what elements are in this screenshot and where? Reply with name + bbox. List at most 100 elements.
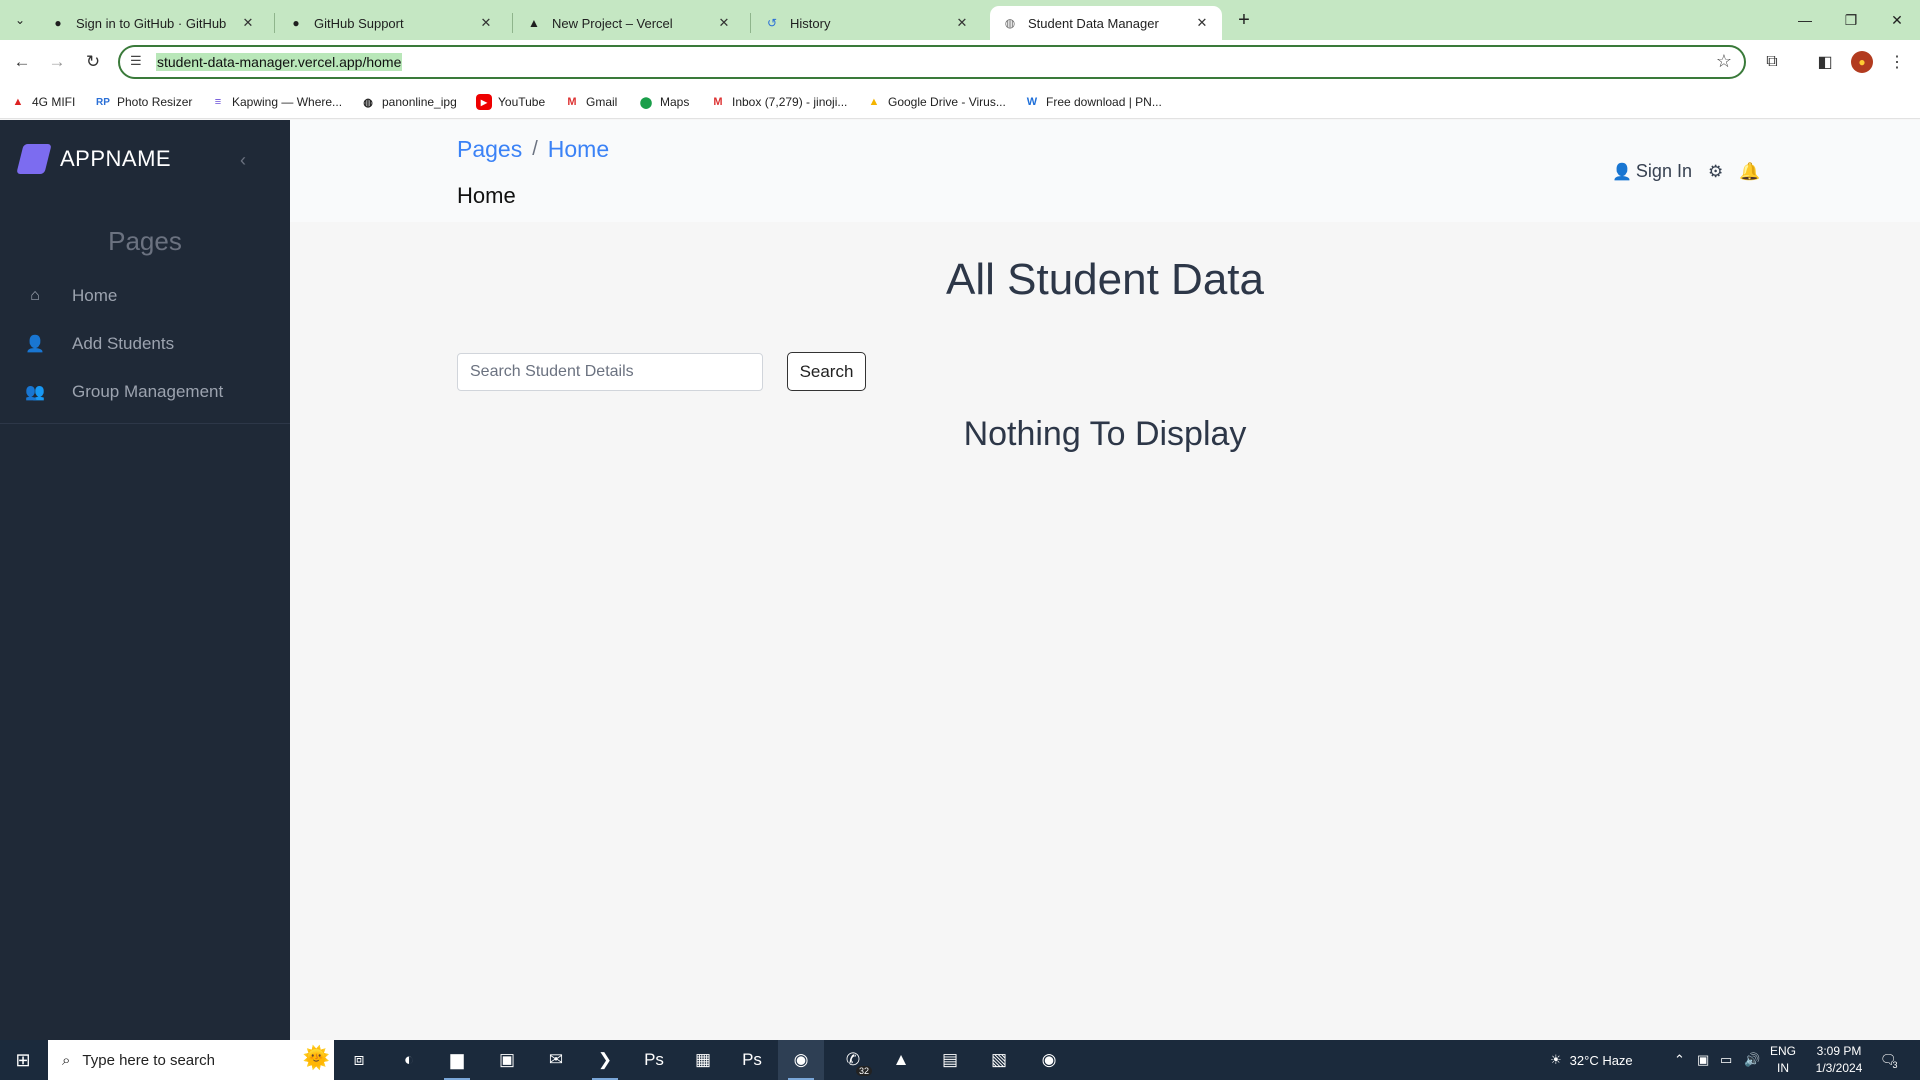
close-icon[interactable]: ✕ bbox=[478, 15, 494, 31]
bookmark-panonline[interactable]: ◍ panonline_ipg bbox=[360, 91, 457, 113]
network-icon[interactable]: ▭ bbox=[1720, 1040, 1732, 1080]
close-icon[interactable]: ✕ bbox=[954, 15, 970, 31]
url-text[interactable]: student-data-manager.vercel.app/home bbox=[156, 53, 403, 71]
taskbar-search-box[interactable]: ⌕ Type here to search 🌞 bbox=[48, 1040, 334, 1080]
minimize-button[interactable]: — bbox=[1782, 0, 1828, 40]
notifications-button[interactable]: 🗨 3 bbox=[1880, 1040, 1898, 1080]
search-student-input[interactable] bbox=[457, 353, 763, 391]
back-button[interactable]: ← bbox=[8, 48, 36, 76]
system-clock[interactable]: 3:09 PM 1/3/2024 bbox=[1804, 1043, 1874, 1077]
github-icon: ● bbox=[54, 16, 62, 30]
sidebar-item-home[interactable]: ⌂ Home bbox=[0, 276, 290, 316]
defender-icon[interactable]: ▣ bbox=[1697, 1040, 1709, 1080]
bookmark-free-download[interactable]: W Free download | PN... bbox=[1024, 91, 1162, 113]
restore-button[interactable]: ❐ bbox=[1828, 0, 1874, 40]
tab-search-button[interactable]: ⌄ bbox=[8, 8, 32, 32]
close-icon[interactable]: ✕ bbox=[1194, 15, 1210, 31]
bell-icon[interactable]: 🔔 bbox=[1739, 162, 1760, 182]
photoshop-alt-icon[interactable]: Ps bbox=[729, 1040, 775, 1080]
address-bar[interactable]: ☰ student-data-manager.vercel.app/home ☆ bbox=[118, 45, 1746, 79]
brand-name: APPNAME bbox=[60, 146, 172, 171]
bookmark-kapwing[interactable]: ≡ Kapwing — Where... bbox=[210, 91, 342, 113]
brand-logo-icon bbox=[16, 144, 52, 174]
sidebar-item-label: Home bbox=[72, 286, 118, 305]
store-icon[interactable]: ▣ bbox=[484, 1040, 530, 1080]
sidebar-item-add-students[interactable]: 👤 Add Students bbox=[0, 324, 290, 364]
side-panel-icon[interactable]: ◧ bbox=[1812, 49, 1838, 75]
search-icon: ⌕ bbox=[62, 1051, 71, 1069]
tab-separator bbox=[274, 13, 275, 33]
file-explorer-icon[interactable]: ▆ bbox=[434, 1040, 480, 1080]
notification-count: 3 bbox=[1892, 1060, 1898, 1070]
chrome-alt-icon[interactable]: ◉ bbox=[1026, 1040, 1072, 1080]
profile-avatar[interactable]: ● bbox=[1851, 51, 1873, 73]
kapwing-icon: ≡ bbox=[214, 96, 222, 108]
close-icon[interactable]: ✕ bbox=[240, 15, 256, 31]
github-icon: ● bbox=[292, 16, 300, 30]
bookmark-label: Kapwing — Where... bbox=[232, 95, 343, 109]
mail-icon[interactable]: ✉ bbox=[533, 1040, 579, 1080]
tab-student-data-manager[interactable]: ◍ Student Data Manager ✕ bbox=[990, 6, 1222, 40]
router-icon: ▲ bbox=[12, 96, 24, 108]
notepad-icon[interactable]: ▤ bbox=[927, 1040, 973, 1080]
windows-taskbar: ⊞ ⌕ Type here to search 🌞 ⧈ ◐ ▆ ▣ ✉ ❯ Ps… bbox=[0, 1040, 1920, 1080]
search-highlight-icon: 🌞 bbox=[302, 1045, 330, 1070]
browser-tab-strip: ⌄ ● Sign in to GitHub · GitHub ✕ ● GitHu… bbox=[0, 0, 1920, 40]
bookmark-label: Free download | PN... bbox=[1046, 95, 1162, 109]
bookmark-photo-resizer[interactable]: RP Photo Resizer bbox=[95, 91, 192, 113]
volume-icon[interactable]: 🔊 bbox=[1744, 1040, 1760, 1080]
task-view-icon[interactable]: ⧈ bbox=[336, 1040, 382, 1080]
weather-widget[interactable]: ☀ 32°C Haze bbox=[1550, 1040, 1633, 1080]
tab-vercel[interactable]: ▲ New Project – Vercel ✕ bbox=[514, 6, 744, 40]
new-tab-button[interactable]: + bbox=[1232, 8, 1256, 32]
vercel-icon: ▲ bbox=[528, 16, 540, 30]
globe-icon: ◍ bbox=[1004, 16, 1016, 30]
breadcrumb-current-link[interactable]: Home bbox=[548, 136, 609, 163]
bookmarks-bar: ▲ 4G MIFI RP Photo Resizer ≡ Kapwing — W… bbox=[0, 85, 1920, 119]
tab-github-signin[interactable]: ● Sign in to GitHub · GitHub ✕ bbox=[38, 6, 268, 40]
bookmark-label: Maps bbox=[660, 95, 690, 109]
vscode-icon[interactable]: ❯ bbox=[582, 1040, 628, 1080]
windows-start-icon[interactable]: ⊞ bbox=[0, 1040, 46, 1080]
search-button[interactable]: Search bbox=[787, 352, 866, 391]
sidebar-item-label: Group Management bbox=[72, 382, 224, 401]
chrome-menu-icon[interactable]: ⋮ bbox=[1884, 49, 1910, 75]
tray-chevron-icon[interactable]: ⌃ bbox=[1674, 1040, 1685, 1080]
edge-icon[interactable]: ◐ bbox=[386, 1040, 432, 1080]
sign-in-link[interactable]: Sign In bbox=[1636, 161, 1692, 182]
tab-title: Student Data Manager bbox=[1028, 15, 1159, 31]
header-actions: 👤 Sign In ⚙ 🔔 bbox=[1612, 161, 1760, 182]
acrobat-icon[interactable]: ▧ bbox=[976, 1040, 1022, 1080]
bookmark-star-icon[interactable]: ☆ bbox=[1716, 51, 1732, 72]
bookmark-youtube[interactable]: ▶ YouTube bbox=[476, 91, 545, 113]
brand[interactable]: APPNAME bbox=[16, 144, 172, 174]
tab-github-support[interactable]: ● GitHub Support ✕ bbox=[276, 6, 506, 40]
breadcrumb-root-link[interactable]: Pages bbox=[457, 136, 522, 163]
reload-button[interactable]: ↻ bbox=[79, 48, 107, 76]
chrome-icon[interactable]: ◉ bbox=[778, 1040, 824, 1080]
app-icon[interactable]: ▲ bbox=[878, 1040, 924, 1080]
bookmark-maps[interactable]: ⬤ Maps bbox=[638, 91, 690, 113]
whatsapp-icon[interactable]: ✆ 32 bbox=[830, 1040, 876, 1080]
user-icon[interactable]: 👤 bbox=[1612, 162, 1632, 182]
close-window-button[interactable]: ✕ bbox=[1874, 0, 1920, 40]
tab-title: New Project – Vercel bbox=[552, 15, 673, 31]
forward-button[interactable]: → bbox=[43, 48, 71, 76]
sidebar-divider bbox=[0, 423, 290, 424]
bookmark-inbox[interactable]: M Inbox (7,279) - jinoji... bbox=[710, 91, 847, 113]
home-icon: ⌂ bbox=[30, 287, 40, 304]
sidebar-item-group-management[interactable]: 👥 Group Management bbox=[0, 372, 290, 412]
gear-icon[interactable]: ⚙ bbox=[1708, 162, 1723, 182]
bookmark-4g-mifi[interactable]: ▲ 4G MIFI bbox=[10, 91, 76, 113]
collapse-sidebar-icon[interactable]: ‹ bbox=[240, 150, 246, 171]
photos-icon[interactable]: ▦ bbox=[680, 1040, 726, 1080]
tab-history[interactable]: ↺ History ✕ bbox=[752, 6, 982, 40]
close-icon[interactable]: ✕ bbox=[716, 15, 732, 31]
photoshop-icon[interactable]: Ps bbox=[631, 1040, 677, 1080]
site-info-icon[interactable]: ☰ bbox=[130, 53, 142, 69]
extensions-icon[interactable]: ⧉ bbox=[1759, 49, 1785, 75]
bookmark-label: Photo Resizer bbox=[117, 95, 193, 109]
language-indicator[interactable]: ENG IN bbox=[1770, 1043, 1796, 1077]
bookmark-gmail[interactable]: M Gmail bbox=[564, 91, 617, 113]
bookmark-google-drive[interactable]: ▲ Google Drive - Virus... bbox=[866, 91, 1006, 113]
